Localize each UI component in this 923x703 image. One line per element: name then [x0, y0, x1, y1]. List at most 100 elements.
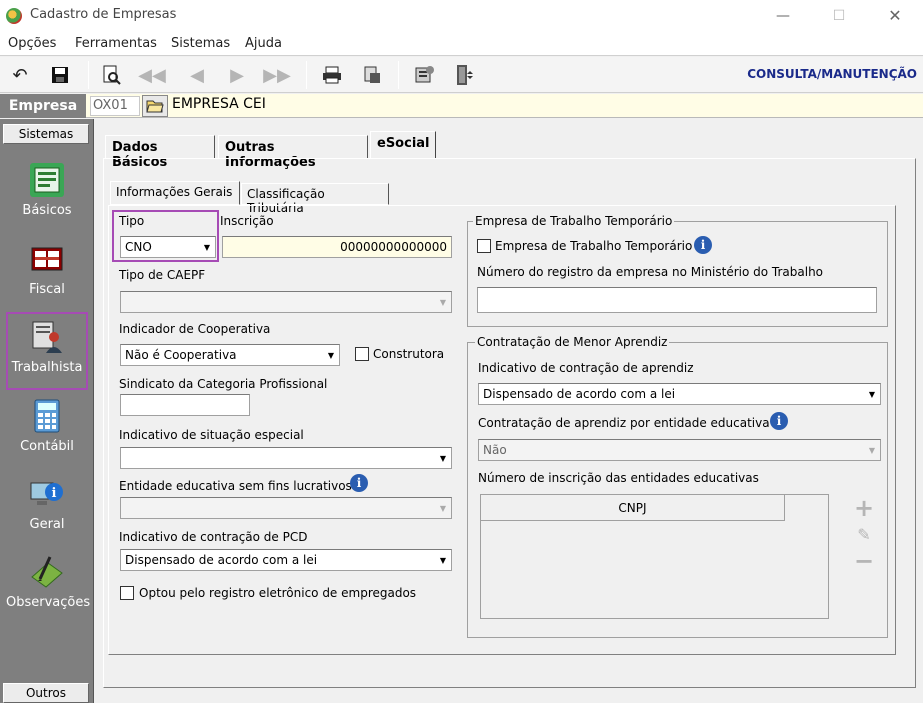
print-icon[interactable]	[320, 63, 344, 87]
info-computer-icon: i	[30, 477, 64, 511]
edit-icon[interactable]: ✎	[853, 524, 875, 546]
folder-open-icon	[146, 100, 164, 113]
remove-icon[interactable]: −	[853, 549, 875, 573]
chevron-down-icon: ▼	[203, 242, 211, 252]
trabalho-temporario-checkbox-label: Empresa de Trabalho Temporário	[495, 239, 693, 253]
sidebar-header-sistemas[interactable]: Sistemas	[3, 124, 89, 144]
pcd-label: Indicativo de contração de PCD	[119, 530, 308, 544]
trabalhista-icon	[30, 320, 64, 354]
info-icon[interactable]: i	[770, 412, 788, 430]
tipo-caepf-select[interactable]: ▼	[120, 291, 452, 313]
registro-ministerio-label: Número do registro da empresa no Ministé…	[477, 265, 824, 279]
sidebar-item-fiscal[interactable]: Fiscal	[6, 236, 88, 312]
sidebar-item-basicos[interactable]: Básicos	[6, 157, 88, 233]
aprendiz-entidade-value: Não	[483, 443, 507, 457]
tab-informacoes-gerais[interactable]: Informações Gerais	[110, 181, 240, 205]
chevron-down-icon: ▼	[868, 445, 876, 455]
chevron-down-icon: ▼	[439, 453, 447, 463]
menu-ajuda[interactable]: Ajuda	[245, 36, 282, 51]
undo-icon[interactable]: ↶	[8, 63, 32, 87]
entidade-educativa-select[interactable]: ▼	[120, 497, 452, 519]
info-icon[interactable]: i	[350, 474, 368, 492]
tipo-caepf-label: Tipo de CAEPF	[119, 268, 206, 282]
pcd-value: Dispensado de acordo com a lei	[125, 553, 318, 567]
tipo-value: CNO	[125, 240, 152, 254]
sindicato-field[interactable]	[120, 394, 250, 416]
situacao-especial-select[interactable]: ▼	[120, 447, 452, 469]
chevron-down-icon: ▼	[439, 503, 447, 513]
window-title: Cadastro de Empresas	[30, 7, 177, 22]
menu-sistemas[interactable]: Sistemas	[171, 36, 230, 51]
indicativo-aprendiz-select[interactable]: Dispensado de acordo com a lei ▼	[478, 383, 881, 405]
tools-icon[interactable]	[412, 63, 436, 87]
construtora-checkbox[interactable]	[355, 347, 369, 361]
sidebar-item-label: Fiscal	[29, 282, 65, 297]
registro-eletronico-checkbox[interactable]	[120, 586, 134, 600]
toolbar: ↶ ◀◀ ◀ ▶ ▶▶ CONSULTA/MANUTENÇÃO	[0, 57, 923, 93]
empresa-name: EMPRESA CEI	[172, 96, 266, 112]
indicativo-aprendiz-value: Dispensado de acordo com a lei	[483, 387, 676, 401]
cnpj-column-header[interactable]: CNPJ	[481, 495, 785, 521]
minimize-button[interactable]: —	[760, 4, 806, 28]
cnpj-table[interactable]: CNPJ	[480, 494, 829, 619]
previous-record-icon[interactable]: ◀	[185, 63, 209, 87]
empresa-code-field[interactable]: OX01	[90, 96, 140, 116]
sidebar-item-contabil[interactable]: Contábil	[6, 393, 88, 469]
inscricao-field[interactable]: 00000000000000	[222, 236, 452, 258]
report-icon[interactable]	[360, 63, 384, 87]
cooperativa-select[interactable]: Não é Cooperativa ▼	[120, 344, 340, 366]
tab-dados-basicos[interactable]: Dados Básicos	[105, 135, 215, 170]
svg-text:i: i	[52, 486, 57, 501]
empresa-label: Empresa	[0, 94, 86, 118]
calculator-icon	[30, 399, 64, 433]
maximize-button[interactable]: ☐	[816, 4, 862, 28]
indicativo-aprendiz-label: Indicativo de contração de aprendiz	[478, 361, 694, 375]
trabalho-temporario-checkbox[interactable]	[477, 239, 491, 253]
sidebar-item-observacoes[interactable]: Observações	[6, 549, 91, 625]
registro-eletronico-label: Optou pelo registro eletrônico de empreg…	[139, 586, 417, 600]
close-button[interactable]: ✕	[872, 4, 918, 28]
inscricoes-label: Número de inscrição das entidades educat…	[478, 471, 759, 485]
sidebar-item-geral[interactable]: i Geral	[6, 471, 88, 547]
tipo-select[interactable]: CNO ▼	[120, 236, 216, 258]
registro-ministerio-field[interactable]	[477, 287, 877, 313]
pcd-select[interactable]: Dispensado de acordo com a lei ▼	[120, 549, 452, 571]
sidebar-item-label: Básicos	[22, 203, 72, 218]
next-record-icon[interactable]: ▶	[225, 63, 249, 87]
fiscal-icon	[30, 242, 64, 276]
menu-ferramentas[interactable]: Ferramentas	[75, 36, 157, 51]
construtora-label: Construtora	[373, 347, 445, 361]
sidebar-item-label: Geral	[29, 517, 65, 532]
trabalho-temporario-title: Empresa de Trabalho Temporário	[473, 214, 675, 228]
preview-icon[interactable]	[100, 63, 124, 87]
save-icon[interactable]	[48, 63, 72, 87]
first-record-icon[interactable]: ◀◀	[138, 63, 166, 87]
basicos-icon	[30, 163, 64, 197]
inscricao-label: Inscrição	[220, 214, 274, 228]
menu-bar: Opções Ferramentas Sistemas Ajuda	[0, 32, 923, 56]
tab-esocial[interactable]: eSocial	[370, 131, 436, 159]
last-record-icon[interactable]: ▶▶	[263, 63, 291, 87]
open-folder-button[interactable]	[142, 95, 168, 117]
add-icon[interactable]: +	[853, 496, 875, 520]
sidebar-header-outros[interactable]: Outros	[3, 683, 89, 703]
chevron-down-icon: ▼	[327, 350, 335, 360]
sidebar-item-label: Observações	[6, 595, 91, 610]
entidade-educativa-label: Entidade educativa sem fins lucrativos	[119, 479, 352, 493]
menor-aprendiz-title: Contratação de Menor Aprendiz	[475, 335, 670, 349]
chevron-down-icon: ▼	[439, 297, 447, 307]
exit-icon[interactable]	[452, 63, 476, 87]
aprendiz-entidade-select[interactable]: Não ▼	[478, 439, 881, 461]
sidebar-item-label: Contábil	[20, 439, 74, 454]
tab-outras-informacoes[interactable]: Outras Informações	[218, 135, 368, 170]
menu-opcoes[interactable]: Opções	[8, 36, 56, 51]
notes-icon	[30, 555, 64, 589]
sidebar: Sistemas Básicos Fiscal Trabalhista Cont…	[0, 119, 94, 703]
tipo-label: Tipo	[119, 214, 145, 228]
sidebar-item-trabalhista[interactable]: Trabalhista	[6, 312, 88, 390]
sidebar-item-label: Trabalhista	[11, 360, 83, 375]
chevron-down-icon: ▼	[439, 555, 447, 565]
tab-classificacao-tributaria[interactable]: Classificação Tributária	[241, 183, 389, 215]
info-icon[interactable]: i	[694, 236, 712, 254]
app-logo-icon	[6, 8, 22, 24]
